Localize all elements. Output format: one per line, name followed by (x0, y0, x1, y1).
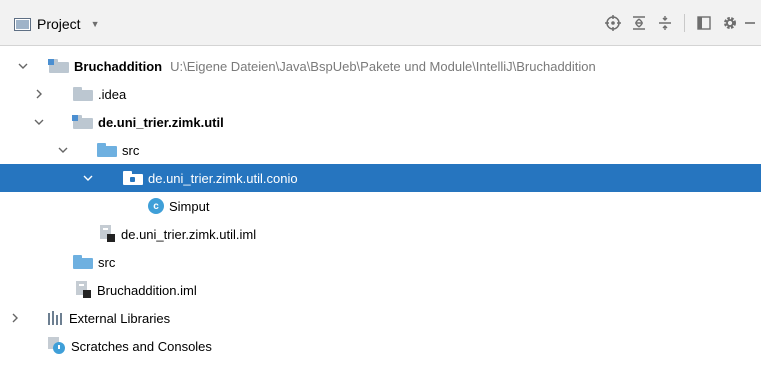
chevron-down-icon[interactable] (81, 171, 95, 185)
source-folder-icon (73, 255, 93, 269)
iml-file-icon (100, 225, 116, 243)
tree-node-path: U:\Eigene Dateien\Java\BspUeb\Pakete und… (170, 58, 596, 74)
module-folder-icon (48, 59, 69, 73)
tree-node-label: Simput (169, 198, 210, 214)
chevron-right-icon[interactable] (8, 311, 22, 325)
module-folder-icon (72, 115, 93, 129)
source-folder-icon (97, 143, 117, 157)
tree-node-module-src[interactable]: src (0, 136, 761, 164)
chevron-down-icon[interactable]: ▼ (91, 19, 100, 29)
libraries-icon (48, 311, 64, 325)
locate-icon[interactable] (600, 12, 626, 34)
tree-node-label: de.uni_trier.zimk.util.conio (148, 170, 298, 186)
package-icon (123, 171, 143, 185)
scratches-icon (48, 337, 66, 355)
expand-all-icon[interactable] (626, 12, 652, 34)
minimize-icon[interactable] (743, 12, 761, 34)
project-view-label: Project (37, 16, 81, 32)
tree-node-label: de.uni_trier.zimk.util.iml (121, 226, 257, 242)
tree-node-idea[interactable]: .idea (0, 80, 761, 108)
toolbar-separator (684, 14, 685, 32)
chevron-right-icon[interactable] (32, 87, 46, 101)
tree-node-scratches[interactable]: Scratches and Consoles (0, 332, 761, 360)
tree-node-label: .idea (98, 86, 127, 102)
chevron-down-icon[interactable] (16, 59, 30, 73)
tree-node-root-src[interactable]: src (0, 248, 761, 276)
iml-file-icon (76, 281, 92, 299)
tree-node-label: Scratches and Consoles (71, 338, 212, 354)
chevron-down-icon[interactable] (56, 143, 70, 157)
gear-icon[interactable] (717, 12, 743, 34)
tree-node-root[interactable]: Bruchaddition U:\Eigene Dateien\Java\Bsp… (0, 52, 761, 80)
tree-node-label: External Libraries (69, 310, 171, 326)
collapse-all-icon[interactable] (652, 12, 678, 34)
tree-node-class[interactable]: c Simput (0, 192, 761, 220)
tree-node-module[interactable]: de.uni_trier.zimk.util (0, 108, 761, 136)
toolbar-actions (600, 12, 761, 34)
project-window-icon (14, 17, 31, 31)
project-toolbar: Project ▼ (0, 0, 761, 46)
tree-node-root-iml[interactable]: Bruchaddition.iml (0, 276, 761, 304)
project-view-selector[interactable]: Project ▼ (14, 14, 100, 34)
tree-node-label: de.uni_trier.zimk.util (98, 114, 224, 130)
tree-node-package[interactable]: de.uni_trier.zimk.util.conio (0, 164, 761, 192)
tree-node-label: Bruchaddition.iml (97, 282, 197, 298)
chevron-down-icon[interactable] (32, 115, 46, 129)
tree-node-label: src (98, 254, 116, 270)
tree-node-label: Bruchaddition (74, 58, 163, 74)
layout-icon[interactable] (691, 12, 717, 34)
tree-node-label: src (122, 142, 140, 158)
folder-icon (73, 87, 93, 101)
tree-node-module-iml[interactable]: de.uni_trier.zimk.util.iml (0, 220, 761, 248)
class-icon: c (148, 198, 164, 214)
tree-node-external-libraries[interactable]: External Libraries (0, 304, 761, 332)
